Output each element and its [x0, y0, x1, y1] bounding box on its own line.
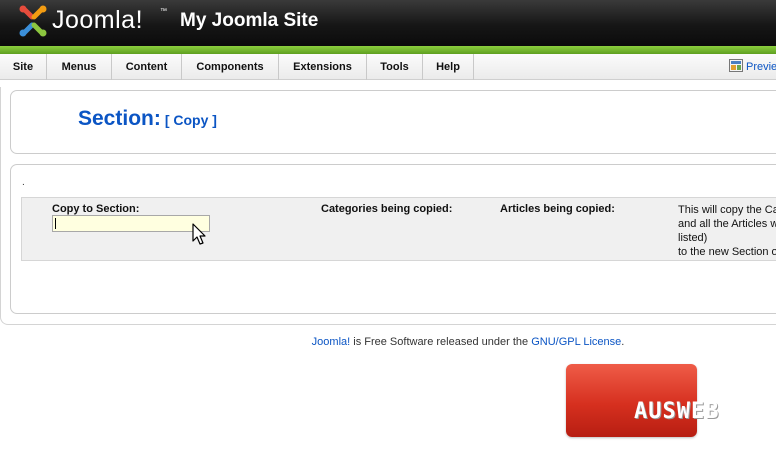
admin-header: Joomla! ™ My Joomla Site	[0, 0, 776, 46]
ausweb-logo-text: AUSWEB	[634, 399, 720, 424]
description-line: to the new Section o	[678, 246, 776, 258]
logo-trademark: ™	[160, 8, 167, 15]
menu-menus[interactable]: Menus	[47, 54, 112, 80]
menu-content[interactable]: Content	[112, 54, 182, 80]
description-line: This will copy the Ca	[678, 204, 776, 216]
joomla-logo-text: Joomla!	[52, 6, 144, 34]
footer-license-link[interactable]: GNU/GPL License	[531, 336, 621, 348]
footer-end: .	[621, 336, 625, 348]
footer-text: is Free Software released under the	[350, 336, 532, 348]
description-line: and all the Articles w	[678, 218, 776, 230]
text-caret	[55, 218, 56, 229]
main-menubar: Site Menus Content Components Extensions…	[0, 54, 776, 80]
toolbar-panel: Section:[ Copy ]	[10, 90, 776, 154]
copy-to-section-label: Copy to Section:	[52, 203, 140, 215]
page-title: Section:[ Copy ]	[78, 107, 217, 131]
copy-description: This will copy the Ca and all the Articl…	[678, 203, 776, 259]
page-title-label: Section:	[78, 107, 161, 130]
menu-extensions[interactable]: Extensions	[279, 54, 367, 80]
footer-joomla-link[interactable]: Joomla!	[312, 336, 351, 348]
message-dot: .	[22, 177, 25, 188]
site-title: My Joomla Site	[180, 10, 319, 31]
articles-copied-label: Articles being copied:	[500, 203, 615, 215]
page-subtitle: [ Copy ]	[164, 112, 217, 128]
preview-label: Previe	[746, 61, 776, 73]
page-frame-bottom	[8, 324, 776, 325]
categories-copied-label: Categories being copied:	[321, 203, 453, 215]
content-panel: . Copy to Section: Categories being copi…	[10, 164, 776, 314]
page-frame	[0, 87, 10, 325]
copy-section-table: Copy to Section: Categories being copied…	[21, 197, 776, 261]
menu-tools[interactable]: Tools	[367, 54, 423, 80]
footer: Joomla! is Free Software released under …	[0, 336, 776, 348]
menu-site[interactable]: Site	[0, 54, 47, 80]
preview-link[interactable]: Previe	[729, 54, 776, 80]
menu-help[interactable]: Help	[423, 54, 474, 80]
description-line: listed)	[678, 232, 708, 244]
copy-to-section-input[interactable]	[52, 215, 210, 232]
mouse-cursor-icon	[192, 223, 206, 245]
header-stripe	[0, 46, 776, 54]
joomla-logo-icon	[19, 5, 47, 37]
menu-components[interactable]: Components	[182, 54, 279, 80]
preview-icon	[729, 59, 743, 72]
